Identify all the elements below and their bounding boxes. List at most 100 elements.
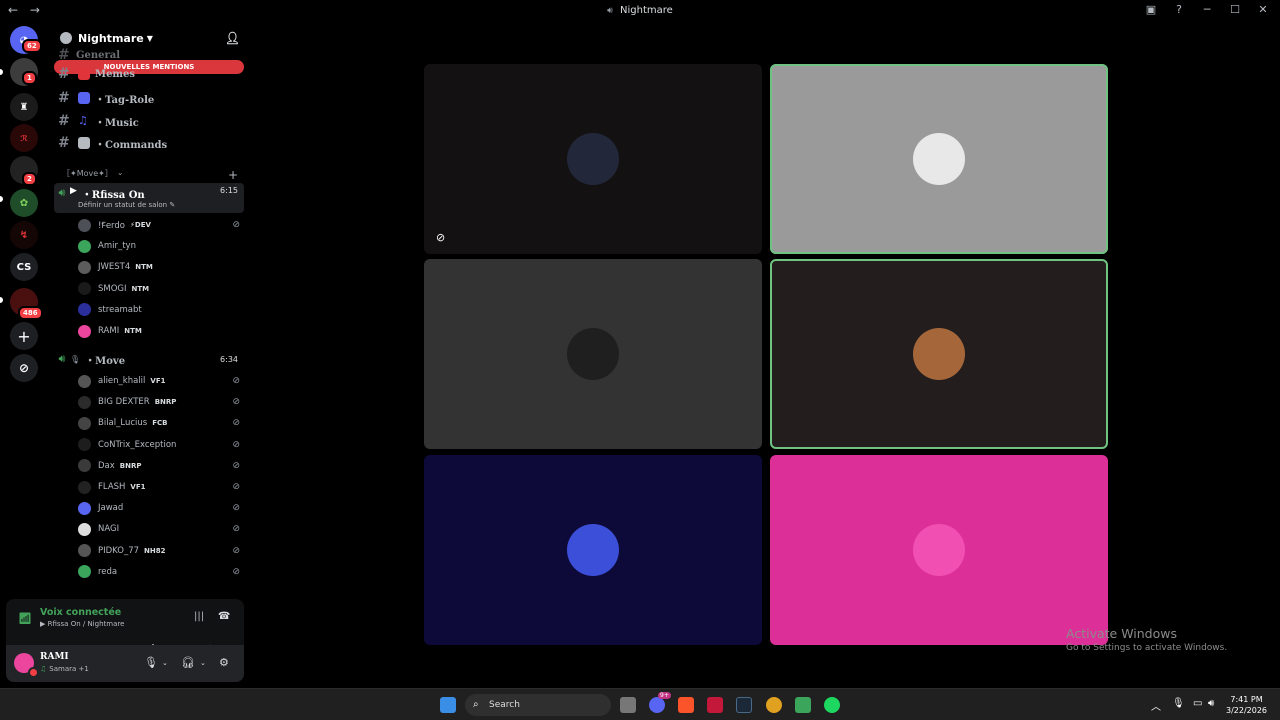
app-icon-a[interactable]	[707, 697, 723, 713]
voice-channel-timer: 6:34	[220, 354, 238, 364]
voice-user-row[interactable]: alien_khalil VF1 ⊘	[78, 372, 240, 390]
disconnect-icon[interactable]: ☎	[218, 611, 230, 622]
participant-video-tile[interactable]	[770, 259, 1108, 449]
voice-user-row[interactable]: CoNTrix_Exception ⊘	[78, 436, 240, 454]
voice-channel-move[interactable]: 🔊︎ 🎙︎ ・Move 6:34	[54, 350, 244, 368]
close-button[interactable]: ✕	[1256, 3, 1270, 16]
voice-user-row[interactable]: !Ꞙerdo ⚡DEV ⊘	[78, 216, 240, 234]
participant-video-tile[interactable]	[770, 64, 1108, 254]
voice-user-row[interactable]: NAGI ⊘	[78, 520, 240, 538]
chevron-down-icon[interactable]: ⌄	[200, 659, 206, 667]
voice-user-name: JWEST4	[98, 262, 131, 273]
user-panel: RAMI ♫ Samara +1 🎙︎ ⌄ 🎧︎ ⌄ ⚙	[6, 645, 244, 682]
tray-microphone-icon[interactable]: 🎙︎	[1172, 698, 1185, 709]
voice-user-row[interactable]: FLASH VF1 ⊘	[78, 478, 240, 496]
clock-date: 3/22/2026	[1226, 706, 1268, 715]
voice-user-row[interactable]: PIDKO_77 NH82 ⊘	[78, 542, 240, 560]
voice-user-name: Dax	[98, 460, 115, 471]
avatar	[78, 324, 91, 338]
voice-user-name: streamabt	[98, 304, 142, 315]
spotify-icon[interactable]	[824, 697, 840, 713]
voice-user-row[interactable]: Dax BNRP ⊘	[78, 457, 240, 475]
guild-icon	[60, 32, 72, 44]
headphones-icon[interactable]: 🎧︎	[181, 656, 195, 669]
microphone-icon: 🎙︎	[70, 354, 81, 364]
voice-channel-name: ・Move	[85, 355, 126, 367]
microphone-icon[interactable]: 🎙︎	[144, 656, 158, 669]
participant-video-tile[interactable]	[770, 455, 1108, 645]
voice-user-row[interactable]: RAMI NTM	[78, 322, 240, 340]
channel-name: General	[76, 49, 121, 61]
channel-tag-role[interactable]: # ・Tag-Role	[58, 89, 154, 107]
help-icon[interactable]: ?	[1172, 3, 1186, 16]
task-view-icon[interactable]	[620, 697, 636, 713]
tray-volume-icon[interactable]: 🔊︎	[1208, 698, 1214, 709]
voice-user-row[interactable]: streamabt	[78, 301, 240, 319]
voice-user-row[interactable]: Amir_tyn	[78, 237, 240, 255]
pencil-icon: ✎	[169, 201, 176, 209]
discord-taskbar-icon[interactable]	[649, 697, 665, 713]
participant-video-tile[interactable]	[424, 259, 762, 449]
server-icon-3[interactable]: ℛ	[10, 124, 38, 152]
voice-user-row[interactable]: BIG DEXTER BNRP ⊘	[78, 393, 240, 411]
channel-music[interactable]: # ♫ ・Music	[58, 112, 139, 130]
voice-user-row[interactable]: JWEST4 NTM	[78, 258, 240, 276]
chrome-icon[interactable]	[766, 697, 782, 713]
brave-browser-icon[interactable]	[678, 697, 694, 713]
participant-video-tile[interactable]: ⊘	[424, 64, 762, 254]
tray-network-icon[interactable]: ▭	[1193, 698, 1202, 709]
username[interactable]: RAMI	[40, 652, 69, 662]
user-role-tag: NTM	[135, 263, 153, 272]
taskbar-clock[interactable]: 7:41 PM 3/22/2026	[1226, 694, 1267, 716]
signal-icon: 📶︎	[18, 612, 32, 625]
maximize-button[interactable]: ☐	[1228, 3, 1242, 16]
taskbar-search[interactable]: ⌕ Search	[465, 694, 611, 716]
voice-user-row[interactable]: reda ⊘	[78, 563, 240, 581]
user-activity: ♫ Samara +1	[40, 665, 89, 673]
add-member-icon[interactable]: 👤︎	[225, 31, 240, 45]
voice-user-row[interactable]: Bilal_Lucius FCB ⊘	[78, 414, 240, 432]
speaker-icon: 🔊︎	[58, 186, 66, 199]
server-icon-2[interactable]: ♜	[10, 93, 38, 121]
server-icon-5[interactable]: ✿	[10, 189, 38, 217]
channel-memes[interactable]: # Memes	[58, 67, 135, 81]
participant-video-tile[interactable]	[424, 455, 762, 645]
app-icon-green[interactable]	[795, 697, 811, 713]
voice-user-name: CoNTrix_Exception	[98, 439, 177, 450]
noise-suppression-icon[interactable]: |||	[194, 611, 204, 622]
inbox-icon[interactable]: ▣	[1144, 3, 1158, 16]
channel-name: ・Commands	[95, 139, 168, 151]
discord-taskbar-badge: 9+	[658, 692, 671, 699]
watermark-line2: Go to Settings to activate Windows.	[1066, 643, 1228, 653]
add-server-button[interactable]: +	[10, 322, 38, 350]
voice-user-name: PIDKO_77	[98, 545, 140, 556]
voice-user-row[interactable]: Jawad ⊘	[78, 499, 240, 517]
explore-servers-compass-icon[interactable]: ⊘	[10, 354, 38, 382]
channel-commands[interactable]: # ・Commands	[58, 134, 167, 152]
minimize-button[interactable]: ─	[1200, 3, 1214, 16]
user-role-tag: NH82	[144, 546, 166, 555]
chevron-down-icon[interactable]: ⌄	[162, 659, 168, 667]
channel-status[interactable]: Définir un statut de salon ✎	[78, 201, 175, 209]
voice-channel-path: Rfissa On / Nightmare	[47, 620, 125, 628]
user-role-tag: NTM	[131, 284, 150, 293]
category-move[interactable]: ［✦Move✦］ ⌄ +	[62, 168, 238, 182]
voice-user-row[interactable]: SMOGI NTM	[78, 280, 240, 298]
taskbar: ⌕ Search 9+ ︿ 🎙︎ ▭ 🔊︎ 7:41 PM 3/22/2026	[0, 688, 1280, 720]
voice-status-title[interactable]: Voix connectée	[40, 607, 121, 618]
tray-chevron-up-icon[interactable]: ︿	[1151, 698, 1161, 713]
participant-avatar	[567, 524, 619, 576]
voice-status-subtitle[interactable]: ▶ Rfissa On / Nightmare	[40, 620, 124, 628]
steam-icon[interactable]	[736, 697, 752, 713]
create-channel-plus-icon[interactable]: +	[228, 168, 238, 182]
windows-start-icon[interactable]	[440, 697, 456, 713]
voice-user-name: RAMI	[98, 326, 120, 336]
deafened-icon: ⊘	[232, 524, 240, 535]
deafened-icon: ⊘	[232, 376, 240, 386]
settings-gear-icon[interactable]: ⚙	[219, 656, 229, 669]
server-icon-cs[interactable]: CS	[10, 253, 38, 281]
server-icon-6[interactable]: ↯	[10, 221, 38, 249]
watermark-line1: Activate Windows	[1066, 626, 1177, 641]
voice-user-name: BIG DEXTER	[98, 397, 150, 408]
channel-name: Memes	[95, 68, 136, 80]
